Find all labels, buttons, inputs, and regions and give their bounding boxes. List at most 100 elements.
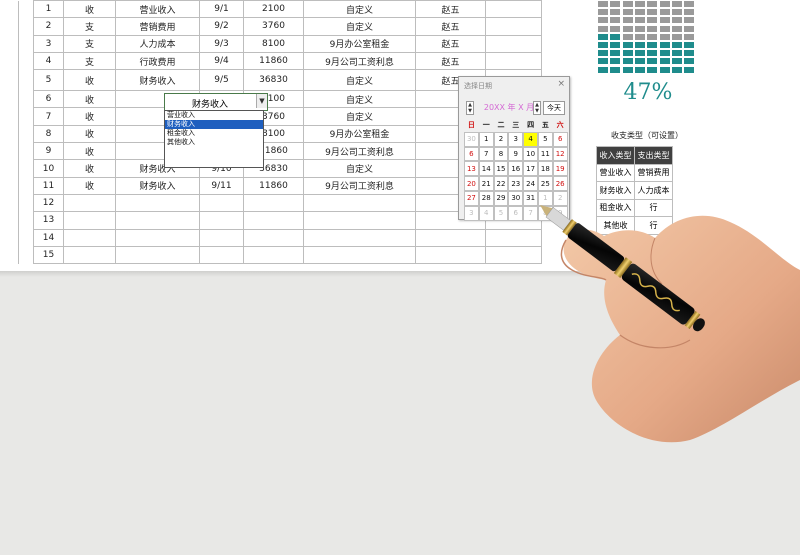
calendar-day[interactable]: 29 [493,190,509,206]
cell-type[interactable]: 支 [63,51,116,71]
calendar-day[interactable]: 21 [478,176,494,191]
cell-category[interactable]: 财务收入 [115,176,200,195]
cell-date[interactable]: 9/11 [199,176,244,195]
cell-date[interactable]: 9/1 [199,0,244,19]
dropdown-option[interactable]: 其他收入 [165,138,263,147]
cell-note[interactable]: 9月办公室租金 [303,34,416,53]
calendar-day[interactable]: 22 [493,176,509,191]
calendar-day[interactable]: 6 [508,205,524,221]
cell-note[interactable]: 自定义 [303,159,416,178]
cell-amount[interactable]: 2100 [243,0,304,19]
calendar-day[interactable]: 7 [478,146,494,162]
cell-date[interactable] [199,193,244,213]
cell-empty[interactable] [485,51,542,71]
cell-no[interactable]: 1 [33,0,64,19]
cell-person[interactable] [415,245,486,265]
calendar-day[interactable]: 13 [464,161,479,177]
cell-note[interactable]: 自定义 [303,17,416,36]
calendar-day[interactable]: 5 [493,205,509,221]
cell-no[interactable]: 6 [33,90,64,109]
cell-amount[interactable]: 8100 [243,34,304,53]
types-cell[interactable]: 租金收入 [596,198,635,217]
cell-type[interactable]: 收 [63,0,116,19]
cell-note[interactable]: 自定义 [303,69,416,92]
calendar-day[interactable]: 8 [537,205,553,221]
calendar-day[interactable]: 6 [552,131,568,147]
cell-amount[interactable] [243,245,304,265]
calendar-day[interactable]: 1 [537,190,553,206]
cell-no[interactable]: 13 [33,211,64,230]
calendar-day[interactable]: 1 [478,131,494,147]
cell-person[interactable]: 赵五 [415,34,486,53]
calendar-day[interactable]: 30 [464,131,479,147]
cell-no[interactable]: 12 [33,193,64,213]
cell-empty[interactable] [485,245,542,265]
calendar-day[interactable]: 20 [464,176,479,191]
types-cell[interactable]: 营销费用 [634,163,673,182]
dropdown-option[interactable]: 财务收入 [165,120,263,129]
calendar-day[interactable]: 4 [478,205,494,221]
cell-amount[interactable]: 36830 [243,69,304,92]
calendar-day[interactable]: 27 [464,190,479,206]
cell-type[interactable] [63,193,116,213]
cell-type[interactable] [63,228,116,247]
calendar-day[interactable]: 8 [493,146,509,162]
calendar-day[interactable]: 23 [508,176,524,191]
types-cell[interactable]: 其他收 [596,216,635,235]
cell-note[interactable]: 9月公司工资利息 [303,51,416,71]
cell-person[interactable]: 赵五 [415,17,486,36]
cell-type[interactable]: 收 [63,176,116,195]
cell-no[interactable]: 3 [33,34,64,53]
cell-no[interactable]: 15 [33,245,64,265]
cell-type[interactable]: 收 [63,107,116,126]
cell-date[interactable] [199,245,244,265]
cell-type[interactable] [63,245,116,265]
calendar-day[interactable]: 14 [478,161,494,177]
category-dropdown-cell[interactable]: 财务收入 ▼ [164,93,268,111]
cell-empty[interactable] [485,0,542,19]
calendar-day[interactable]: 3 [508,131,524,147]
calendar-day[interactable]: 12 [552,146,568,162]
cell-note[interactable]: 自定义 [303,107,416,126]
dropdown-option[interactable]: 营业收入 [165,111,263,120]
calendar-day[interactable]: 9 [552,205,568,221]
cell-note[interactable]: 9月公司工资利息 [303,142,416,161]
calendar-day[interactable]: 10 [523,146,538,162]
cell-type[interactable]: 支 [63,17,116,36]
calendar-day[interactable]: 30 [508,190,524,206]
cell-no[interactable]: 8 [33,124,64,144]
cell-note[interactable]: 9月办公室租金 [303,124,416,144]
cell-type[interactable]: 收 [63,69,116,92]
calendar-day[interactable]: 25 [537,176,553,191]
cell-person[interactable]: 赵五 [415,0,486,19]
dropdown-option[interactable]: 租金收入 [165,129,263,138]
cell-date[interactable] [199,228,244,247]
cell-empty[interactable] [485,228,542,247]
today-button[interactable]: 今天 [543,101,565,115]
cell-amount[interactable]: 3760 [243,17,304,36]
calendar-day[interactable]: 18 [537,161,553,177]
cell-category[interactable]: 营业收入 [115,0,200,19]
calendar-day[interactable]: 19 [552,161,568,177]
cell-date[interactable]: 9/4 [199,51,244,71]
cell-date[interactable]: 9/3 [199,34,244,53]
cell-type[interactable]: 支 [63,34,116,53]
date-picker[interactable]: 选择日期 × ▲ ▼ 20XX 年 X 月 ▲ ▼ 今天 日一二三四五六 30 1 2 3 4… [458,76,570,221]
calendar-day[interactable]: 17 [523,161,538,177]
calendar-day[interactable]: 24 [523,176,538,191]
cell-category[interactable] [115,245,200,265]
cell-note[interactable] [303,228,416,247]
cell-category[interactable]: 财务收入 [115,69,200,92]
calendar-day[interactable]: 26 [552,176,568,191]
month-spin-button[interactable]: ▲ ▼ [533,101,541,115]
cell-no[interactable]: 9 [33,142,64,161]
cell-type[interactable]: 收 [63,142,116,161]
cell-amount[interactable]: 11860 [243,51,304,71]
cell-type[interactable]: 收 [63,159,116,178]
cell-date[interactable]: 9/5 [199,69,244,92]
cell-category[interactable] [115,211,200,230]
calendar-day[interactable]: 2 [493,131,509,147]
calendar-day[interactable]: 16 [508,161,524,177]
calendar-day[interactable]: 28 [478,190,494,206]
calendar-day[interactable]: 2 [552,190,568,206]
